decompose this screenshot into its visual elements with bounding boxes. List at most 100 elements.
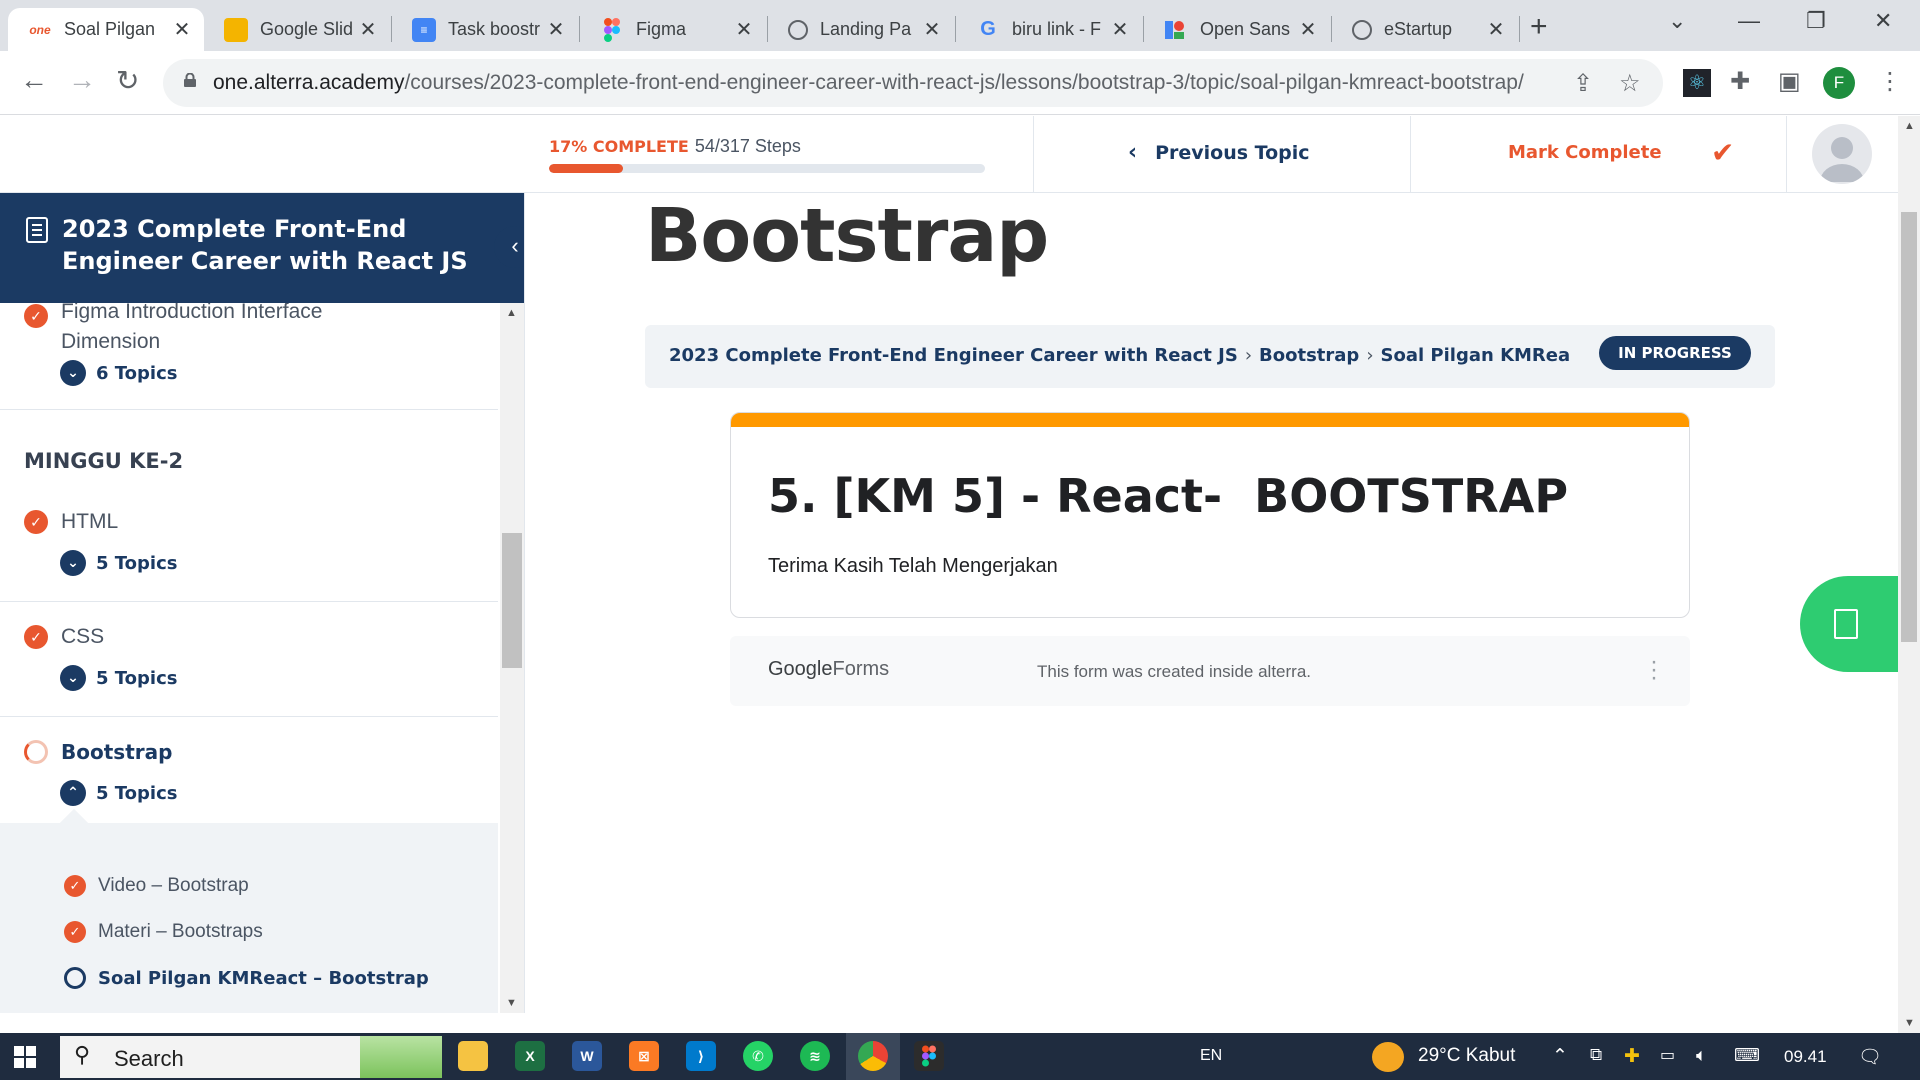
user-avatar[interactable] bbox=[1812, 124, 1872, 184]
close-tab-icon[interactable]: ✕ bbox=[172, 17, 192, 42]
mark-complete-button[interactable]: Mark Complete bbox=[1508, 142, 1662, 163]
course-title[interactable]: 2023 Complete Front-End Engineer Career … bbox=[62, 213, 482, 277]
lesson-item-html[interactable]: ✓ HTML ⌄ 5 Topics bbox=[0, 487, 498, 602]
lesson-item-figma[interactable]: ✓ Figma Introduction Interface Dimension… bbox=[0, 303, 498, 410]
figma-icon[interactable] bbox=[914, 1041, 944, 1071]
bookmark-star-icon[interactable]: ☆ bbox=[1619, 69, 1641, 98]
form-origin-note: This form was created inside alterra. bbox=[1037, 662, 1311, 681]
input-language[interactable]: EN bbox=[1200, 1047, 1222, 1065]
scroll-down-arrow-icon[interactable]: ▼ bbox=[506, 997, 517, 1009]
checkmark-icon[interactable]: ✔ bbox=[1711, 136, 1734, 169]
security-icon[interactable]: ✚ bbox=[1624, 1045, 1640, 1068]
tab-google-slides[interactable]: Google Slid ✕ bbox=[204, 8, 390, 51]
new-tab-button[interactable]: + bbox=[1530, 10, 1548, 44]
word-icon[interactable]: W bbox=[572, 1041, 602, 1071]
url-text: one.alterra.academy/courses/2023-complet… bbox=[213, 71, 1524, 94]
google-forms-logo[interactable]: GoogleForms bbox=[768, 658, 889, 681]
scroll-up-arrow-icon[interactable]: ▲ bbox=[506, 307, 517, 319]
profile-avatar[interactable]: F bbox=[1823, 67, 1855, 99]
tab-task-bootstrap[interactable]: ≡ Task boostr ✕ bbox=[392, 8, 578, 51]
more-options-icon[interactable]: · · · bbox=[1650, 650, 1658, 690]
clock[interactable]: 09.41 bbox=[1784, 1047, 1827, 1067]
chrome-icon[interactable] bbox=[858, 1041, 888, 1071]
topics-toggle[interactable]: ⌄ 5 Topics bbox=[60, 664, 177, 692]
side-panel-icon[interactable]: ▣ bbox=[1778, 67, 1801, 96]
whatsapp-icon[interactable]: ✆ bbox=[743, 1041, 773, 1071]
tab-biru-link[interactable]: G biru link - F ✕ bbox=[956, 8, 1142, 51]
course-progress-bar bbox=[549, 164, 985, 173]
meet-now-icon[interactable]: ⧉ bbox=[1590, 1045, 1602, 1065]
close-window-button[interactable]: ✕ bbox=[1874, 8, 1892, 34]
notifications-icon[interactable]: 🗨︎ bbox=[1858, 1045, 1882, 1069]
course-sidebar: 2023 Complete Front-End Engineer Career … bbox=[0, 193, 525, 1013]
incomplete-circle-icon bbox=[64, 967, 86, 989]
scroll-down-arrow-icon[interactable]: ▼ bbox=[1904, 1017, 1915, 1029]
chevron-left-icon: ‹ bbox=[1128, 140, 1138, 165]
complete-check-icon: ✓ bbox=[24, 304, 48, 328]
tab-figma[interactable]: Figma ✕ bbox=[580, 8, 766, 51]
tab-open-sans[interactable]: Open Sans ✕ bbox=[1144, 8, 1330, 51]
course-banner: 2023 Complete Front-End Engineer Career … bbox=[0, 193, 524, 303]
topic-item-soal-pilgan[interactable]: Soal Pilgan KMReact – Bootstrap bbox=[64, 963, 429, 993]
breadcrumb-course[interactable]: 2023 Complete Front-End Engineer Career … bbox=[669, 345, 1238, 366]
floating-action-button[interactable] bbox=[1800, 576, 1900, 672]
scrollbar-thumb[interactable] bbox=[1901, 212, 1917, 642]
file-explorer-icon[interactable] bbox=[458, 1041, 488, 1071]
lesson-item-css[interactable]: ✓ CSS ⌄ 5 Topics bbox=[0, 602, 498, 717]
address-bar[interactable]: one.alterra.academy/courses/2023-complet… bbox=[163, 59, 1663, 107]
scroll-up-arrow-icon[interactable]: ▲ bbox=[1904, 120, 1915, 132]
status-badge: IN PROGRESS bbox=[1599, 336, 1751, 370]
breadcrumb: 2023 Complete Front-End Engineer Career … bbox=[669, 345, 1569, 366]
share-icon[interactable]: ⇪ bbox=[1573, 69, 1593, 98]
restore-button[interactable]: ❐ bbox=[1806, 8, 1826, 34]
battery-icon[interactable]: ▭ bbox=[1660, 1045, 1675, 1065]
close-tab-icon[interactable]: ✕ bbox=[922, 17, 942, 42]
page-scrollbar[interactable]: ▲ ▼ bbox=[1898, 116, 1920, 1033]
chevron-up-icon: ⌃ bbox=[60, 780, 86, 806]
close-tab-icon[interactable]: ✕ bbox=[358, 17, 378, 42]
topic-item-video-bootstrap[interactable]: ✓ Video – Bootstrap bbox=[64, 871, 249, 901]
back-icon[interactable]: ← bbox=[20, 64, 48, 96]
close-tab-icon[interactable]: ✕ bbox=[734, 17, 754, 42]
close-tab-icon[interactable]: ✕ bbox=[1110, 17, 1130, 42]
chevron-down-icon: ⌄ bbox=[60, 665, 86, 691]
document-icon bbox=[26, 217, 48, 243]
extensions-icon[interactable]: ✚ bbox=[1730, 67, 1750, 96]
chrome-menu-icon[interactable]: ⋮ bbox=[1878, 67, 1902, 96]
tab-landing-page[interactable]: Landing Pa ✕ bbox=[768, 8, 954, 51]
scrollbar-thumb[interactable] bbox=[502, 533, 522, 668]
xampp-icon[interactable]: ⊠ bbox=[629, 1041, 659, 1071]
taskbar-search[interactable]: ⚲ Search bbox=[60, 1036, 442, 1078]
topics-toggle[interactable]: ⌄ 6 Topics bbox=[60, 359, 177, 387]
spotify-icon[interactable]: ≋ bbox=[800, 1041, 830, 1071]
globe-icon bbox=[788, 19, 808, 40]
previous-topic-button[interactable]: ‹ Previous Topic bbox=[1128, 140, 1310, 165]
weather-text[interactable]: 29°C Kabut bbox=[1418, 1045, 1515, 1067]
in-progress-icon bbox=[24, 740, 48, 764]
forward-icon[interactable]: → bbox=[68, 64, 96, 96]
volume-icon[interactable]: 🔈︎ bbox=[1696, 1045, 1707, 1066]
search-icon: ⚲ bbox=[74, 1042, 91, 1067]
minimize-button[interactable]: — bbox=[1738, 8, 1760, 34]
breadcrumb-topic[interactable]: Soal Pilgan KMReact – Boot... bbox=[1381, 345, 1569, 366]
vscode-icon[interactable]: ⟩ bbox=[686, 1041, 716, 1071]
windows-start-icon[interactable] bbox=[14, 1046, 36, 1068]
tab-search-icon[interactable]: ⌄ bbox=[1668, 8, 1686, 34]
tab-soal-pilgan[interactable]: one Soal Pilgan ✕ bbox=[8, 8, 204, 51]
keyboard-icon[interactable]: ⌨ bbox=[1734, 1045, 1760, 1066]
close-tab-icon[interactable]: ✕ bbox=[1486, 17, 1506, 42]
breadcrumb-lesson[interactable]: Bootstrap bbox=[1259, 345, 1359, 366]
sidebar-scrollbar[interactable]: ▲ ▼ bbox=[500, 303, 524, 1013]
close-tab-icon[interactable]: ✕ bbox=[546, 17, 566, 42]
show-hidden-icons[interactable]: ⌃ bbox=[1552, 1045, 1568, 1068]
browser-tab-strip: one Soal Pilgan ✕ Google Slid ✕ ≡ Task b… bbox=[0, 0, 1920, 51]
globe-icon bbox=[1352, 19, 1372, 40]
topics-toggle[interactable]: ⌄ 5 Topics bbox=[60, 549, 177, 577]
excel-icon[interactable]: X bbox=[515, 1041, 545, 1071]
react-devtools-icon[interactable]: ⚛ bbox=[1683, 69, 1711, 97]
reload-icon[interactable]: ↻ bbox=[116, 64, 139, 97]
close-tab-icon[interactable]: ✕ bbox=[1298, 17, 1318, 42]
topic-item-materi-bootstraps[interactable]: ✓ Materi – Bootstraps bbox=[64, 917, 263, 947]
tab-estartup[interactable]: eStartup ✕ bbox=[1332, 8, 1518, 51]
topics-toggle[interactable]: ⌃ 5 Topics bbox=[60, 779, 177, 807]
